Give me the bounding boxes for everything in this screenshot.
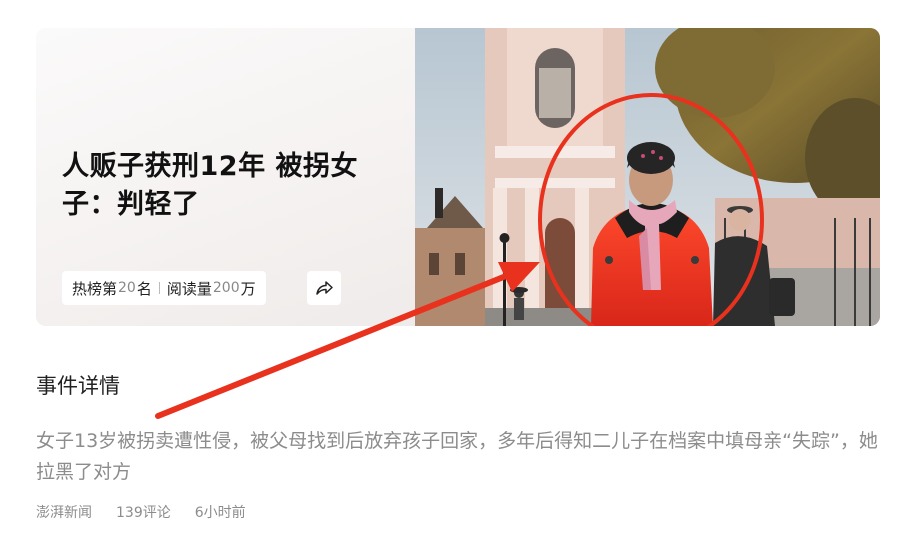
- card-text-panel: 人贩子获刑12年 被拐女子：判轻了 热榜第 20 名 阅读量 200 万: [36, 28, 416, 326]
- reads-number: 200: [212, 280, 240, 296]
- rank-label-prefix: 热榜第: [72, 279, 118, 298]
- reads-unit: 万: [240, 279, 256, 298]
- article-meta: 澎湃新闻 139评论 6小时前: [36, 502, 246, 522]
- hot-rank-badge: 热榜第 20 名 阅读量 200 万: [62, 271, 266, 305]
- share-icon: [316, 281, 333, 295]
- hot-topic-card[interactable]: 人贩子获刑12年 被拐女子：判轻了 热榜第 20 名 阅读量 200 万: [36, 28, 880, 326]
- headline[interactable]: 人贩子获刑12年 被拐女子：判轻了: [62, 148, 382, 224]
- section-title: 事件详情: [36, 374, 120, 398]
- reads-label: 阅读量: [166, 279, 212, 298]
- share-button[interactable]: [307, 271, 341, 305]
- event-summary[interactable]: 女子13岁被拐卖遭性侵，被父母找到后放弃孩子回家，多年后得知二儿子在档案中填母亲…: [36, 426, 886, 488]
- news-page: 人贩子获刑12年 被拐女子：判轻了 热榜第 20 名 阅读量 200 万 事件详…: [0, 0, 920, 555]
- source-link[interactable]: 澎湃新闻: [36, 502, 92, 522]
- comment-count[interactable]: 139评论: [116, 502, 171, 522]
- rank-number: 20: [118, 280, 136, 296]
- news-photo[interactable]: [415, 28, 880, 326]
- divider: [158, 282, 160, 294]
- publish-time: 6小时前: [194, 505, 246, 521]
- rank-label-suffix: 名: [136, 279, 152, 298]
